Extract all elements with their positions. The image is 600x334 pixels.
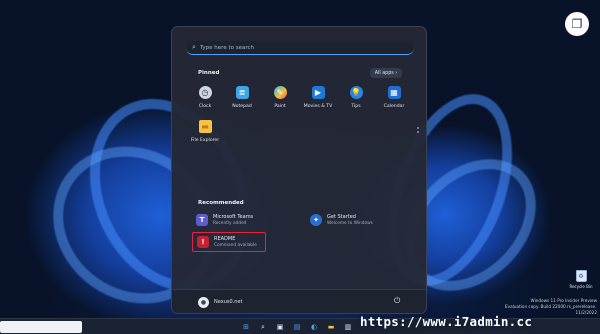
power-icon[interactable]: ⏻ bbox=[394, 296, 400, 306]
recommended-subtitle: Command available bbox=[214, 243, 257, 248]
paint-icon: ✎ bbox=[273, 86, 287, 99]
pinned-app-notepad[interactable]: ≣ Notepad bbox=[223, 85, 261, 113]
pinned-app-paint[interactable]: ✎ Paint bbox=[261, 85, 299, 113]
site-watermark: https://www.i7admin.cc bbox=[360, 314, 533, 329]
recommended-title: Recommended bbox=[198, 200, 244, 206]
user-name[interactable]: Nexus0.net bbox=[214, 299, 242, 305]
pinned-app-movies-tv[interactable]: ▶ Movies & TV bbox=[299, 85, 337, 113]
readme-icon: ! bbox=[197, 236, 209, 248]
recommended-name: README bbox=[214, 236, 236, 242]
file-explorer-icon[interactable]: ▬ bbox=[326, 322, 336, 332]
calendar-icon: ▦ bbox=[387, 86, 401, 99]
pinned-app-calendar[interactable]: ▦ Calendar bbox=[375, 85, 413, 113]
pinned-app-clock[interactable]: ◷ Clock bbox=[186, 85, 224, 113]
notepad-icon: ≣ bbox=[235, 86, 249, 99]
recommended-item-teams[interactable]: T Microsoft Teams Recently added bbox=[196, 212, 253, 228]
app-label: File Explorer bbox=[190, 138, 220, 143]
edge-icon[interactable]: ◐ bbox=[309, 322, 319, 332]
tips-icon: 💡 bbox=[349, 86, 363, 99]
search-box[interactable]: ⌕ bbox=[186, 41, 414, 55]
folder-icon: ▬ bbox=[198, 120, 212, 133]
get-started-icon: ✦ bbox=[310, 214, 322, 226]
windows-start-icon[interactable]: ⊞ bbox=[241, 322, 251, 332]
recycle-bin-icon: ♻ bbox=[575, 270, 587, 282]
app-label: Movies & TV bbox=[303, 104, 333, 109]
recommended-item-get-started[interactable]: ✦ Get Started Welcome to Windows bbox=[310, 212, 373, 228]
widgets-icon[interactable]: ▤ bbox=[292, 322, 302, 332]
app-label: Calendar bbox=[383, 104, 405, 109]
pinned-title: Pinned bbox=[198, 70, 220, 76]
movies-tv-icon: ▶ bbox=[311, 86, 325, 99]
start-menu-footer: ● Nexus0.net ⏻ bbox=[172, 289, 426, 313]
search-input[interactable] bbox=[199, 44, 400, 51]
avatar[interactable]: ● bbox=[198, 297, 209, 308]
recommended-name: Microsoft Teams bbox=[213, 214, 254, 220]
recommended-item-readme[interactable]: ! README Command available bbox=[192, 232, 266, 252]
app-label: Notepad bbox=[232, 104, 252, 109]
recommended-subtitle: Recently added bbox=[213, 221, 247, 226]
pinned-app-file-explorer[interactable]: ▬ File Explorer bbox=[186, 119, 224, 147]
app-label: Tips bbox=[351, 104, 361, 109]
copy-window-icon[interactable]: ❐ bbox=[565, 12, 589, 36]
teams-icon: T bbox=[196, 214, 208, 226]
recommended-subtitle: Welcome to Windows bbox=[327, 221, 373, 226]
start-menu: ⌕ Pinned All apps › ◷ Clock ≣ Notepad ✎ … bbox=[171, 26, 427, 314]
pinned-app-tips[interactable]: 💡 Tips bbox=[337, 85, 375, 113]
search-icon[interactable]: ⌕ bbox=[258, 322, 268, 332]
recycle-bin-label: Recycle Bin bbox=[569, 284, 593, 289]
clock-icon: ◷ bbox=[198, 86, 212, 99]
all-apps-button[interactable]: All apps › bbox=[370, 68, 402, 78]
recycle-bin-shortcut[interactable]: ♻ Recycle Bin bbox=[569, 270, 593, 292]
app-label: Clock bbox=[198, 104, 212, 109]
task-view-icon[interactable]: ▣ bbox=[275, 322, 285, 332]
search-icon: ⌕ bbox=[192, 43, 196, 51]
app-label: Paint bbox=[274, 104, 286, 109]
taskbar-left-widget[interactable] bbox=[0, 321, 82, 333]
store-icon[interactable]: ▥ bbox=[343, 322, 353, 332]
page-indicator[interactable] bbox=[417, 127, 421, 135]
recommended-name: Get Started bbox=[327, 214, 356, 220]
